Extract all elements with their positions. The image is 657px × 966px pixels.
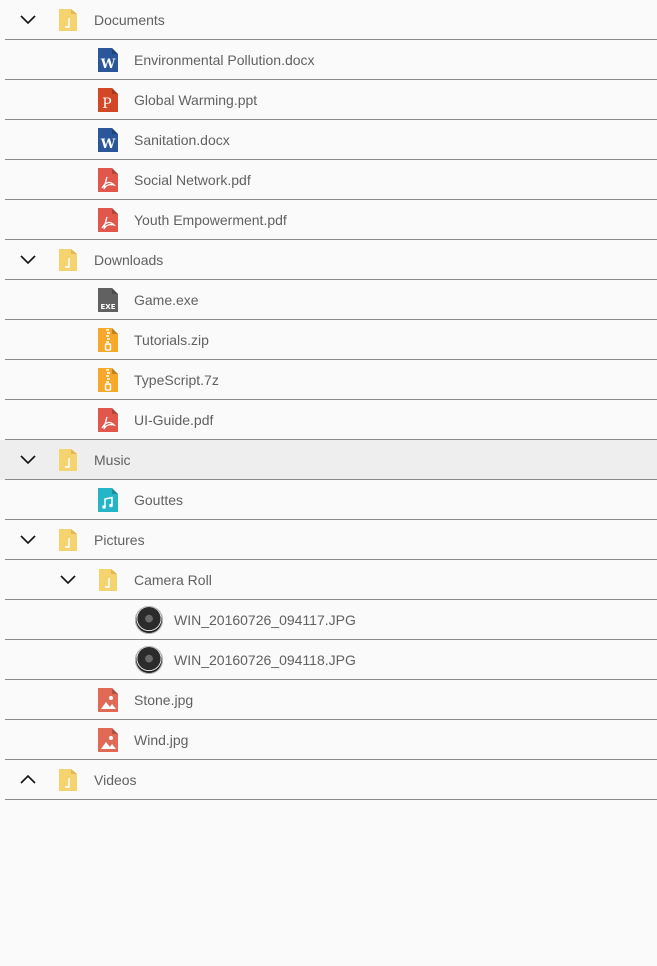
pdf-icon <box>96 408 120 432</box>
photo-thumbnail <box>135 646 163 674</box>
word-icon: W <box>96 48 120 72</box>
pdf-icon <box>96 168 120 192</box>
file-label: UI-Guide.pdf <box>134 412 214 428</box>
file-label: Global Warming.ppt <box>134 92 258 108</box>
folder-icon <box>56 528 80 552</box>
folder-row-pictures[interactable]: Pictures <box>0 520 657 560</box>
file-row-typescript-7z[interactable]: TypeScript.7z <box>0 360 657 400</box>
photo-thumbnail <box>135 606 163 634</box>
folder-icon <box>56 448 80 472</box>
file-row-win-20160726-094117-jpg[interactable]: WIN_20160726_094117.JPG <box>0 600 657 640</box>
file-row-global-warming-ppt[interactable]: P Global Warming.ppt <box>0 80 657 120</box>
exe-icon: EXE <box>96 288 120 312</box>
folder-label: Documents <box>94 12 165 28</box>
folder-row-downloads[interactable]: Downloads <box>0 240 657 280</box>
folder-label: Videos <box>94 772 137 788</box>
image-icon <box>96 728 120 752</box>
file-label: WIN_20160726_094117.JPG <box>174 612 356 628</box>
file-label: Tutorials.zip <box>134 332 209 348</box>
file-label: Social Network.pdf <box>134 172 251 188</box>
chevron-down-icon[interactable] <box>56 568 80 592</box>
folder-row-videos[interactable]: Videos <box>0 760 657 800</box>
folder-icon <box>56 8 80 32</box>
zip-icon <box>96 328 120 352</box>
file-label: Wind.jpg <box>134 732 189 748</box>
file-row-stone-jpg[interactable]: Stone.jpg <box>0 680 657 720</box>
folder-label: Music <box>94 452 131 468</box>
zip-icon <box>96 368 120 392</box>
chevron-up-icon[interactable] <box>16 768 40 792</box>
file-label: Sanitation.docx <box>134 132 230 148</box>
file-label: Youth Empowerment.pdf <box>134 212 287 228</box>
chevron-down-icon[interactable] <box>16 528 40 552</box>
file-label: TypeScript.7z <box>134 372 219 388</box>
music-icon <box>96 488 120 512</box>
file-label: Stone.jpg <box>134 692 194 708</box>
pdf-icon <box>96 208 120 232</box>
folder-row-camera-roll[interactable]: Camera Roll <box>0 560 657 600</box>
folder-label: Pictures <box>94 532 145 548</box>
file-row-environmental-pollution-docx[interactable]: W Environmental Pollution.docx <box>0 40 657 80</box>
file-row-social-network-pdf[interactable]: Social Network.pdf <box>0 160 657 200</box>
chevron-down-icon[interactable] <box>16 248 40 272</box>
file-label: Game.exe <box>134 292 199 308</box>
powerpoint-icon: P <box>96 88 120 112</box>
file-label: WIN_20160726_094118.JPG <box>174 652 356 668</box>
file-row-sanitation-docx[interactable]: W Sanitation.docx <box>0 120 657 160</box>
folder-row-music[interactable]: Music <box>0 440 657 480</box>
file-label: Gouttes <box>134 492 184 508</box>
svg-text:W: W <box>100 137 116 152</box>
svg-text:W: W <box>100 57 116 72</box>
file-row-wind-jpg[interactable]: Wind.jpg <box>0 720 657 760</box>
svg-text:P: P <box>102 96 111 112</box>
word-icon: W <box>96 128 120 152</box>
svg-text:EXE: EXE <box>101 303 116 311</box>
folder-label: Downloads <box>94 252 164 268</box>
image-icon <box>96 688 120 712</box>
file-row-tutorials-zip[interactable]: Tutorials.zip <box>0 320 657 360</box>
file-tree: Documents W Environmental Pollution.docx P G… <box>0 0 657 800</box>
folder-icon <box>56 768 80 792</box>
file-row-gouttes[interactable]: Gouttes <box>0 480 657 520</box>
chevron-down-icon[interactable] <box>16 8 40 32</box>
chevron-down-icon[interactable] <box>16 448 40 472</box>
folder-row-documents[interactable]: Documents <box>0 0 657 40</box>
folder-icon <box>96 568 120 592</box>
file-row-youth-empowerment-pdf[interactable]: Youth Empowerment.pdf <box>0 200 657 240</box>
file-row-win-20160726-094118-jpg[interactable]: WIN_20160726_094118.JPG <box>0 640 657 680</box>
file-label: Environmental Pollution.docx <box>134 52 315 68</box>
folder-icon <box>56 248 80 272</box>
file-row-game-exe[interactable]: EXE Game.exe <box>0 280 657 320</box>
folder-label: Camera Roll <box>134 572 212 588</box>
file-row-ui-guide-pdf[interactable]: UI-Guide.pdf <box>0 400 657 440</box>
